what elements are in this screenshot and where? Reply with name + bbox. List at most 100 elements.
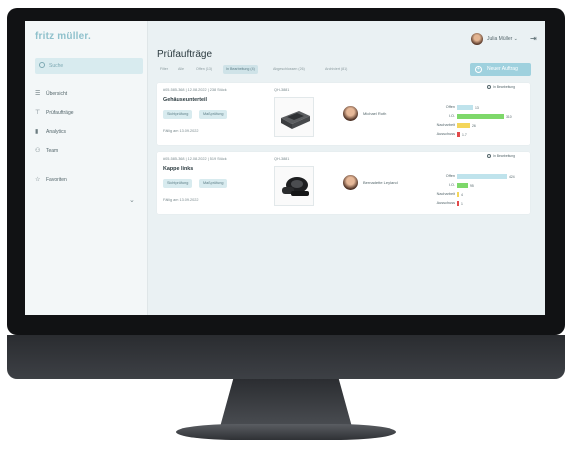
stat-value: 4	[461, 193, 463, 197]
stat-nacharbeit: Nacharbeit 26	[419, 122, 527, 130]
desktop-monitor: fritz müller. Suche ☰ Übersicht ⊤ Prüfau…	[0, 0, 572, 468]
stat-bar	[457, 201, 459, 206]
tab-in-bearbeitung[interactable]: In Bearbeitung (4)	[223, 65, 258, 74]
app-screen: fritz müller. Suche ☰ Übersicht ⊤ Prüfau…	[25, 21, 545, 315]
status-label: In Bearbeitung	[493, 154, 516, 158]
status-circle-icon	[487, 154, 491, 158]
user-menu[interactable]: Julia Müller ⌄ ⇥	[471, 33, 545, 47]
status-badge: In Bearbeitung	[487, 85, 515, 89]
stat-value: 424	[509, 175, 515, 179]
plus-icon: +	[475, 66, 482, 73]
stat-io: I.O. 310	[419, 113, 527, 121]
team-icon: ⚇	[35, 148, 41, 154]
status-circle-icon	[487, 85, 491, 89]
assignee-name: Bernadette Leyland	[363, 180, 398, 185]
cap-part-graphic	[282, 177, 309, 196]
stat-value: 1	[461, 202, 463, 206]
caliper-icon: ⊤	[35, 110, 41, 116]
sidebar-item-analytics[interactable]: ▮ Analytics	[35, 127, 66, 137]
sidebar-item-label: Team	[46, 148, 59, 154]
stat-bar	[457, 114, 504, 119]
order-title: Kappe links	[163, 166, 194, 172]
tag-sichtpruefung[interactable]: Sichtprüfung	[163, 179, 193, 188]
tab-archiviert[interactable]: Archiviert (81)	[322, 65, 350, 74]
tag-masspruefung[interactable]: Maßprüfung	[199, 179, 228, 188]
stat-value: 26	[472, 124, 476, 128]
order-title: Gehäuseunterteil	[163, 97, 208, 103]
sidebar-item-team[interactable]: ⚇ Team	[35, 146, 58, 156]
order-card[interactable]: #05-585-368 | 12.08.2022 | 519 Stück Kap…	[157, 152, 530, 214]
stat-ausschuss: Ausschuss 1	[419, 200, 527, 208]
monitor-stand-neck	[220, 379, 352, 427]
order-card[interactable]: #05-585-368 | 12.08.2022 | 238 Stück Geh…	[157, 83, 530, 145]
qh-number: QH-3881	[274, 157, 290, 161]
tag-masspruefung[interactable]: Maßprüfung	[199, 110, 228, 119]
stat-label: Nacharbeit	[436, 123, 455, 127]
star-icon: ☆	[35, 177, 41, 183]
tag-sichtpruefung[interactable]: Sichtprüfung	[163, 110, 193, 119]
due-date: Fällig am 13.09.2022	[163, 198, 199, 202]
sidebar-item-label: Prüfaufträge	[46, 110, 74, 116]
logout-icon[interactable]: ⇥	[530, 34, 537, 43]
stat-label: Ausschuss	[436, 132, 455, 136]
avatar	[471, 33, 483, 45]
stat-bar	[457, 174, 507, 179]
stat-label: Offen	[445, 105, 455, 109]
stat-value: 95	[470, 184, 474, 188]
sidebar-item-label: Analytics	[46, 129, 67, 135]
stat-label: I.O.	[448, 114, 455, 118]
stat-bar	[457, 132, 460, 137]
avatar	[343, 106, 358, 121]
brand-logo: fritz müller.	[35, 31, 91, 42]
part-image-housing	[274, 97, 314, 137]
stat-offen: Offen 13	[419, 104, 527, 112]
tab-abgeschlossen[interactable]: Abgeschlossen (26)	[270, 65, 308, 74]
stat-value: 13	[475, 106, 479, 110]
sidebar-item-label: Favoriten	[46, 177, 67, 183]
sidebar-item-favoriten[interactable]: ☆ Favoriten	[35, 175, 67, 185]
stat-bar	[457, 123, 470, 128]
progress-stats: Offen 13 I.O. 310 Nacharbeit 26 Ausschus…	[419, 96, 527, 142]
stat-label: I.O.	[448, 183, 455, 187]
due-date: Fällig am 13.09.2022	[163, 129, 199, 133]
stat-label: Ausschuss	[436, 201, 455, 205]
user-name: Julia Müller ⌄	[487, 36, 518, 42]
stat-nacharbeit: Nacharbeit 4	[419, 191, 527, 199]
stat-value: 310	[506, 115, 512, 119]
tab-offen[interactable]: Offen (13)	[193, 65, 215, 74]
sidebar: fritz müller. Suche ☰ Übersicht ⊤ Prüfau…	[25, 21, 148, 315]
sidebar-item-pruefauftraege[interactable]: ⊤ Prüfaufträge	[35, 108, 74, 118]
filter-label[interactable]: Filter	[157, 65, 171, 74]
sidebar-item-label: Übersicht	[46, 91, 68, 97]
stat-label: Offen	[445, 174, 455, 178]
stat-bar	[457, 192, 459, 197]
housing-part-graphic	[281, 111, 310, 129]
search-input[interactable]: Suche	[35, 58, 143, 74]
assignee-name: Michael Roth	[363, 111, 387, 116]
stat-bar	[457, 183, 468, 188]
order-meta: #05-585-368 | 12.08.2022 | 238 Stück	[163, 88, 227, 92]
page-title: Prüfaufträge	[157, 49, 213, 60]
stat-value: 1.7	[462, 133, 467, 137]
list-icon: ☰	[35, 91, 41, 97]
sidebar-item-uebersicht[interactable]: ☰ Übersicht	[35, 89, 67, 99]
order-meta: #05-585-368 | 12.08.2022 | 519 Stück	[163, 157, 227, 161]
stat-ausschuss: Ausschuss 1.7	[419, 131, 527, 139]
new-order-button[interactable]: + Neuer Auftrag	[470, 63, 531, 76]
chevron-down-icon[interactable]: ⌄	[129, 196, 135, 204]
bar-chart-icon: ▮	[35, 129, 39, 135]
status-label: In Bearbeitung	[493, 85, 516, 89]
qh-number: QH-3881	[274, 88, 290, 92]
search-icon	[39, 62, 45, 68]
monitor-stand-foot	[176, 424, 396, 440]
status-badge: In Bearbeitung	[487, 154, 515, 158]
stat-offen: Offen 424	[419, 173, 527, 181]
monitor-chin	[7, 335, 565, 379]
stat-io: I.O. 95	[419, 182, 527, 190]
tab-alle[interactable]: Alle	[175, 65, 187, 74]
new-order-label: Neuer Auftrag	[487, 66, 518, 72]
avatar	[343, 175, 358, 190]
stat-label: Nacharbeit	[436, 192, 455, 196]
search-label: Suche	[49, 63, 64, 69]
progress-stats: Offen 424 I.O. 95 Nacharbeit 4 Ausschuss	[419, 165, 527, 211]
